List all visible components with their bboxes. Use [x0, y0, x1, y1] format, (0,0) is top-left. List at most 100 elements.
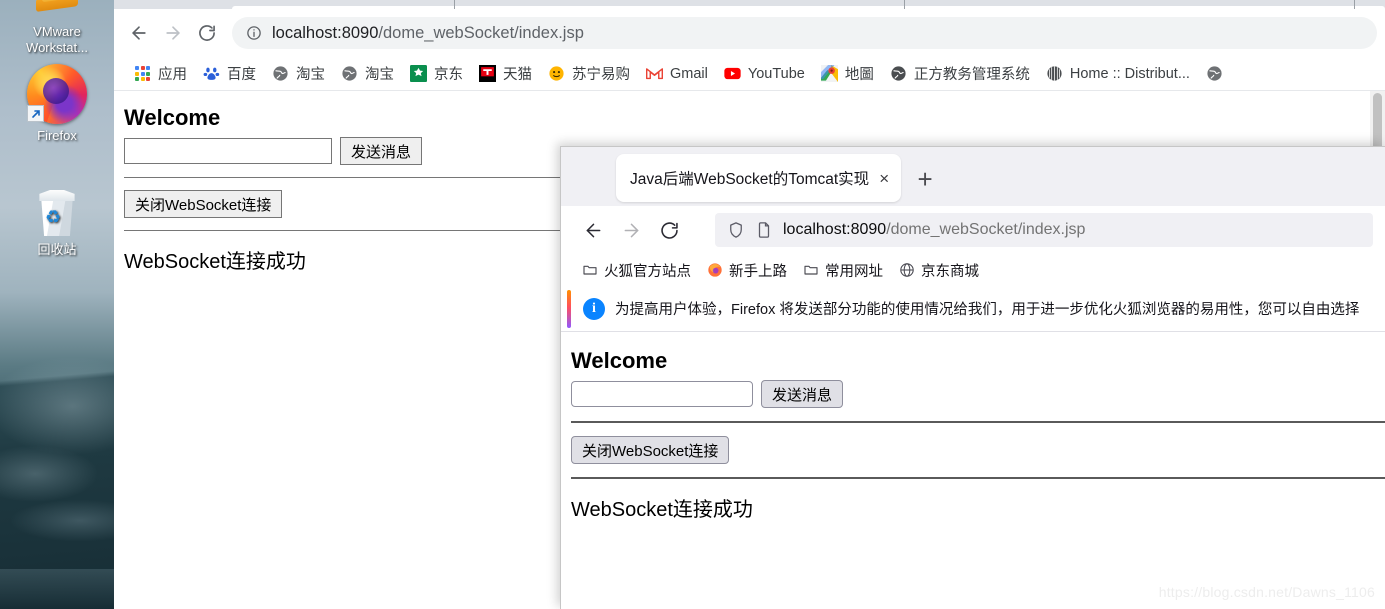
firefox-notification-bar: i 为提高用户体验，Firefox 将发送部分功能的使用情况给我们，用于进一步优… [561, 286, 1385, 332]
firefox-tab-strip[interactable]: Java后端WebSocket的Tomcat实现 × + [561, 147, 1385, 206]
firefox-icon [27, 64, 87, 124]
new-tab-button[interactable]: + [907, 161, 943, 197]
desktop-icon-firefox[interactable]: Firefox [3, 64, 111, 144]
desktop-icon-label: VMware Workstat... [26, 24, 88, 55]
bookmark-label: 常用网址 [825, 263, 883, 280]
bookmark-youtube[interactable]: YouTube [716, 62, 813, 85]
bookmark-label: 应用 [158, 67, 187, 83]
firefox-url-text: localhost:8090/dome_webSocket/index.jsp [783, 221, 1085, 239]
bookmark-label: 地圖 [844, 67, 874, 83]
chrome-active-tab[interactable] [232, 6, 1385, 9]
wallpaper-haze [0, 569, 125, 609]
firefox-bookmarks-bar[interactable]: 火狐官方站点 新手上路 常用网址 京东商城 [561, 254, 1385, 286]
chrome-tab-strip[interactable] [114, 0, 1385, 9]
firefox-active-tab[interactable]: Java后端WebSocket的Tomcat实现 × [616, 154, 902, 202]
firefox-toolbar: localhost:8090/dome_webSocket/index.jsp [561, 206, 1385, 254]
bookmark-getting-started[interactable]: 新手上路 [700, 257, 794, 284]
bookmark-overflow[interactable] [1198, 62, 1231, 85]
bookmark-gmail[interactable]: Gmail [638, 62, 716, 85]
bookmark-common-sites[interactable]: 常用网址 [796, 257, 890, 284]
bookmark-label: 天猫 [503, 67, 532, 83]
page-title: Welcome [124, 105, 221, 130]
watermark: https://blog.csdn.net/Dawns_1106 [1158, 584, 1375, 600]
bookmark-tmall[interactable]: 天猫 [471, 60, 540, 87]
bookmark-zfjw[interactable]: 正方教务管理系统 [882, 60, 1038, 87]
bookmark-label: 淘宝 [365, 67, 394, 83]
bookmark-taobao-1[interactable]: 淘宝 [264, 60, 333, 87]
bookmark-label: Home :: Distribut... [1069, 65, 1190, 82]
message-input[interactable] [571, 381, 753, 407]
close-websocket-button[interactable]: 关闭WebSocket连接 [124, 190, 283, 218]
bookmark-taobao-2[interactable]: 淘宝 [333, 60, 402, 87]
bookmark-maps[interactable]: 地圖 [813, 60, 882, 87]
desktop-icon-recycle-bin[interactable]: ♻ 回收站 [3, 186, 111, 258]
info-icon: i [583, 297, 605, 320]
desktop-icon-vmware[interactable]: VMware Workstat... [3, 0, 111, 56]
websocket-status-message: WebSocket连接成功 [571, 499, 753, 521]
info-circle-icon[interactable] [246, 25, 262, 41]
firefox-icon [707, 262, 723, 278]
folder-icon [803, 262, 819, 278]
close-icon[interactable]: × [879, 170, 889, 187]
shortcut-arrow-icon [27, 105, 44, 122]
globe-icon [341, 65, 358, 82]
back-icon[interactable] [577, 214, 609, 246]
message-row: 发送消息 [571, 380, 1385, 408]
globe-dark-icon [890, 65, 907, 82]
forward-icon[interactable] [615, 214, 647, 246]
bookmark-jd[interactable]: 京东 [402, 60, 471, 87]
chrome-url-text: localhost:8090/dome_webSocket/index.jsp [272, 24, 584, 43]
bookmark-label: 京东商城 [921, 263, 979, 280]
divider [571, 477, 1385, 479]
chrome-toolbar: localhost:8090/dome_webSocket/index.jsp [114, 9, 1385, 57]
sphere-icon [1046, 65, 1063, 82]
chrome-address-bar[interactable]: localhost:8090/dome_webSocket/index.jsp [232, 17, 1377, 49]
google-maps-icon [820, 65, 838, 82]
forward-icon[interactable] [158, 18, 188, 48]
bookmark-label: YouTube [747, 65, 805, 82]
youtube-icon [724, 65, 741, 82]
firefox-url-host: localhost:8090 [783, 221, 887, 238]
page-icon[interactable] [755, 221, 773, 239]
bookmark-label: 淘宝 [296, 67, 325, 83]
chrome-bookmarks-bar[interactable]: 应用 百度 淘宝 淘宝 京东 天猫 苏宁易购 Gmail YouTube 地圖 … [114, 57, 1385, 91]
suning-lion-icon [548, 65, 565, 82]
bookmark-label: 京东 [434, 67, 463, 83]
bookmark-suning[interactable]: 苏宁易购 [540, 60, 638, 87]
close-websocket-button[interactable]: 关闭WebSocket连接 [571, 436, 730, 464]
chrome-url-path: /dome_webSocket/index.jsp [378, 23, 584, 42]
send-message-button[interactable]: 发送消息 [340, 137, 423, 165]
bookmark-label: 百度 [227, 67, 256, 83]
message-input[interactable] [124, 138, 332, 164]
reload-icon[interactable] [192, 18, 222, 48]
firefox-browser-window: Java后端WebSocket的Tomcat实现 × + localhost:8… [560, 146, 1385, 609]
globe-icon [1206, 65, 1223, 82]
bookmark-firefox-official[interactable]: 火狐官方站点 [575, 257, 698, 284]
shield-icon[interactable] [727, 221, 745, 239]
notification-accent-bar [567, 290, 571, 328]
folder-icon [582, 262, 598, 278]
page-title: Welcome [571, 348, 668, 373]
apps-grid-icon [134, 65, 151, 82]
send-message-button[interactable]: 发送消息 [761, 380, 844, 408]
bookmark-label: 正方教务管理系统 [913, 67, 1030, 83]
firefox-page-content: Welcome 发送消息 关闭WebSocket连接 WebSocket连接成功 [561, 332, 1385, 609]
reload-icon[interactable] [653, 214, 685, 246]
back-icon[interactable] [124, 18, 154, 48]
bookmark-jd-mall[interactable]: 京东商城 [892, 257, 986, 284]
firefox-tab-title: Java后端WebSocket的Tomcat实现 [630, 171, 870, 188]
globe-outline-icon [899, 262, 915, 278]
bookmark-label: 新手上路 [729, 263, 787, 280]
bookmark-baidu[interactable]: 百度 [195, 60, 264, 87]
bookmark-home-distribut[interactable]: Home :: Distribut... [1038, 62, 1198, 85]
desktop-icon-label: Firefox [37, 128, 77, 143]
firefox-address-bar[interactable]: localhost:8090/dome_webSocket/index.jsp [715, 213, 1373, 247]
recycle-bin-icon: ♻ [32, 186, 82, 238]
firefox-url-path: /dome_webSocket/index.jsp [886, 221, 1086, 238]
jd-icon [410, 65, 427, 82]
bookmark-label: 苏宁易购 [572, 67, 630, 83]
globe-icon [272, 65, 289, 82]
baidu-paw-icon [203, 65, 220, 82]
bookmark-apps[interactable]: 应用 [126, 60, 195, 87]
tmall-icon [479, 65, 496, 82]
